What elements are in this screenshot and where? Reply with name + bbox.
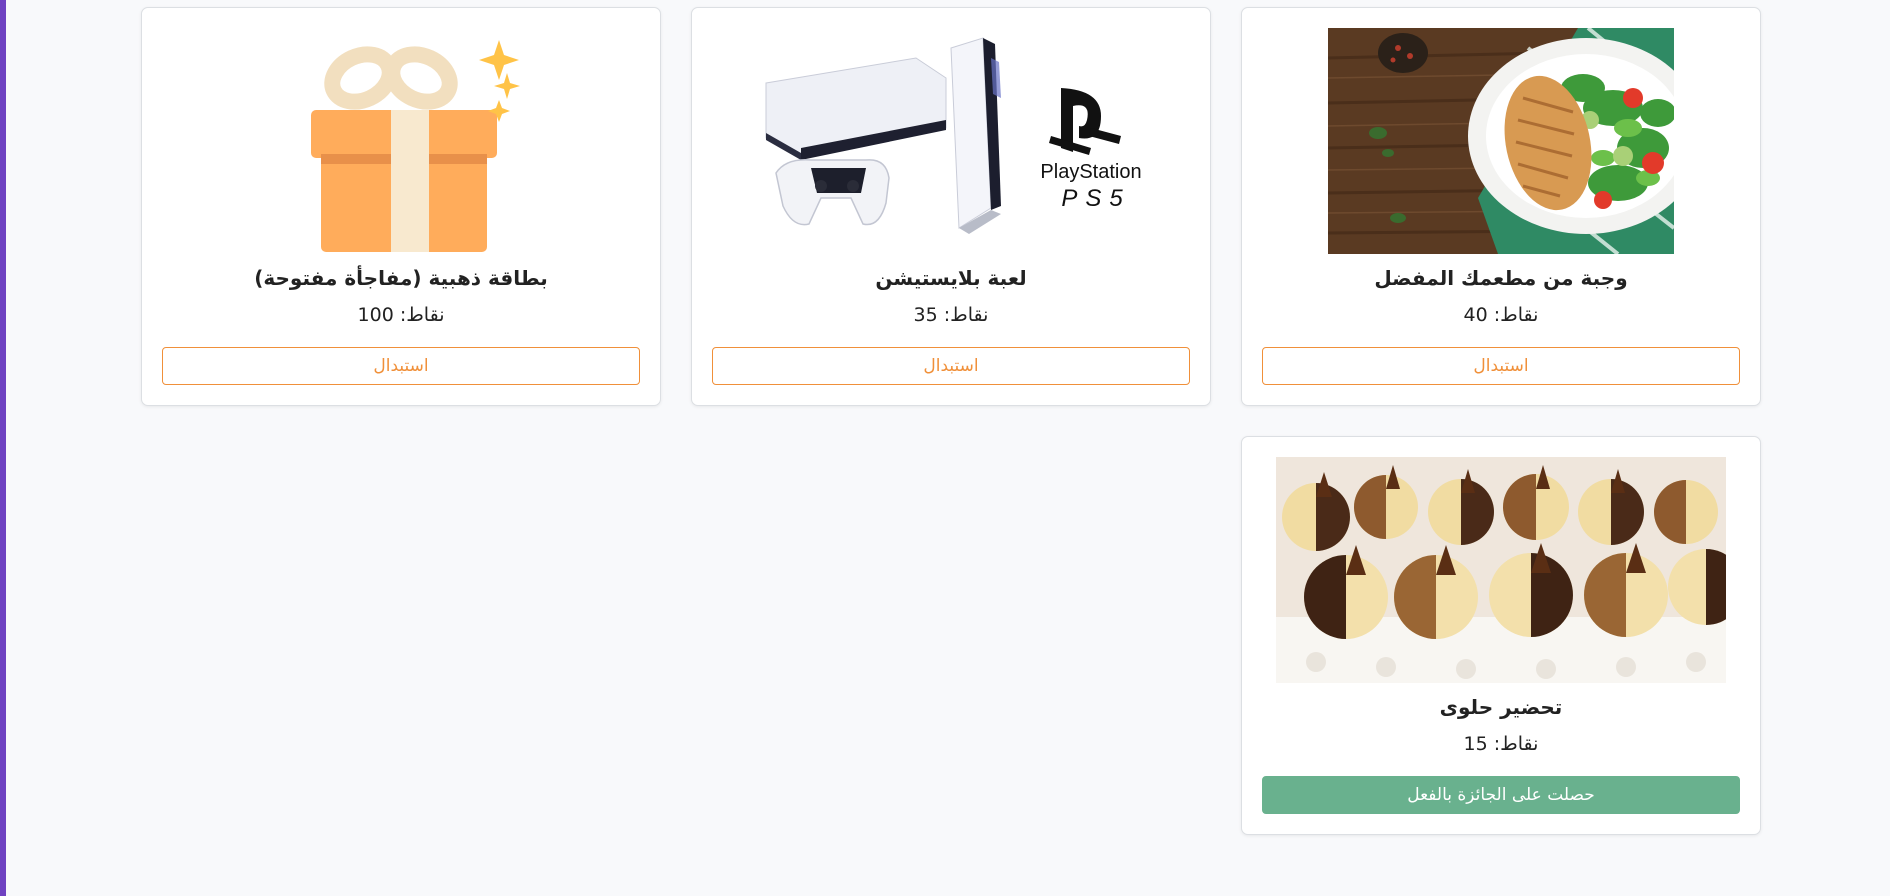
ps5-logo-text: PS5 — [1061, 185, 1130, 212]
reward-title: لعبة بلايستيشن — [875, 266, 1027, 290]
reward-card-playstation: PlayStation PS5 لعبة بلايستيشن نقاط: 35 … — [691, 7, 1211, 406]
playstation-photo: PlayStation PS5 — [751, 28, 1151, 254]
meal-photo — [1328, 28, 1674, 254]
reward-image-meal — [1242, 28, 1760, 254]
redeem-button[interactable]: استبدال — [1262, 347, 1740, 385]
reward-card-gift: بطاقة ذهبية (مفاجأة مفتوحة) نقاط: 100 اس… — [141, 7, 661, 406]
sweets-photo — [1276, 457, 1726, 683]
reward-image-playstation: PlayStation PS5 — [692, 28, 1210, 254]
ps-logo-text: PlayStation — [1040, 161, 1141, 183]
reward-image-sweets — [1242, 457, 1760, 683]
redeem-button[interactable]: استبدال — [712, 347, 1190, 385]
reward-image-gift — [142, 28, 660, 254]
reward-card-meal: وجبة من مطعمك المفضل نقاط: 40 استبدال — [1241, 7, 1761, 406]
redeem-button[interactable]: استبدال — [162, 347, 640, 385]
reward-card-sweets: تحضير حلوى نقاط: 15 حصلت على الجائزة بال… — [1241, 436, 1761, 835]
claimed-button[interactable]: حصلت على الجائزة بالفعل — [1262, 776, 1740, 814]
reward-title: تحضير حلوى — [1439, 695, 1563, 719]
reward-points: نقاط: 35 — [913, 304, 989, 326]
reward-points: نقاط: 40 — [1463, 304, 1539, 326]
reward-points: نقاط: 100 — [357, 304, 445, 326]
reward-title: وجبة من مطعمك المفضل — [1374, 266, 1628, 290]
reward-points: نقاط: 15 — [1463, 733, 1539, 755]
left-accent-bar — [0, 0, 6, 896]
reward-title: بطاقة ذهبية (مفاجأة مفتوحة) — [254, 266, 548, 290]
gift-box-icon — [311, 40, 520, 252]
